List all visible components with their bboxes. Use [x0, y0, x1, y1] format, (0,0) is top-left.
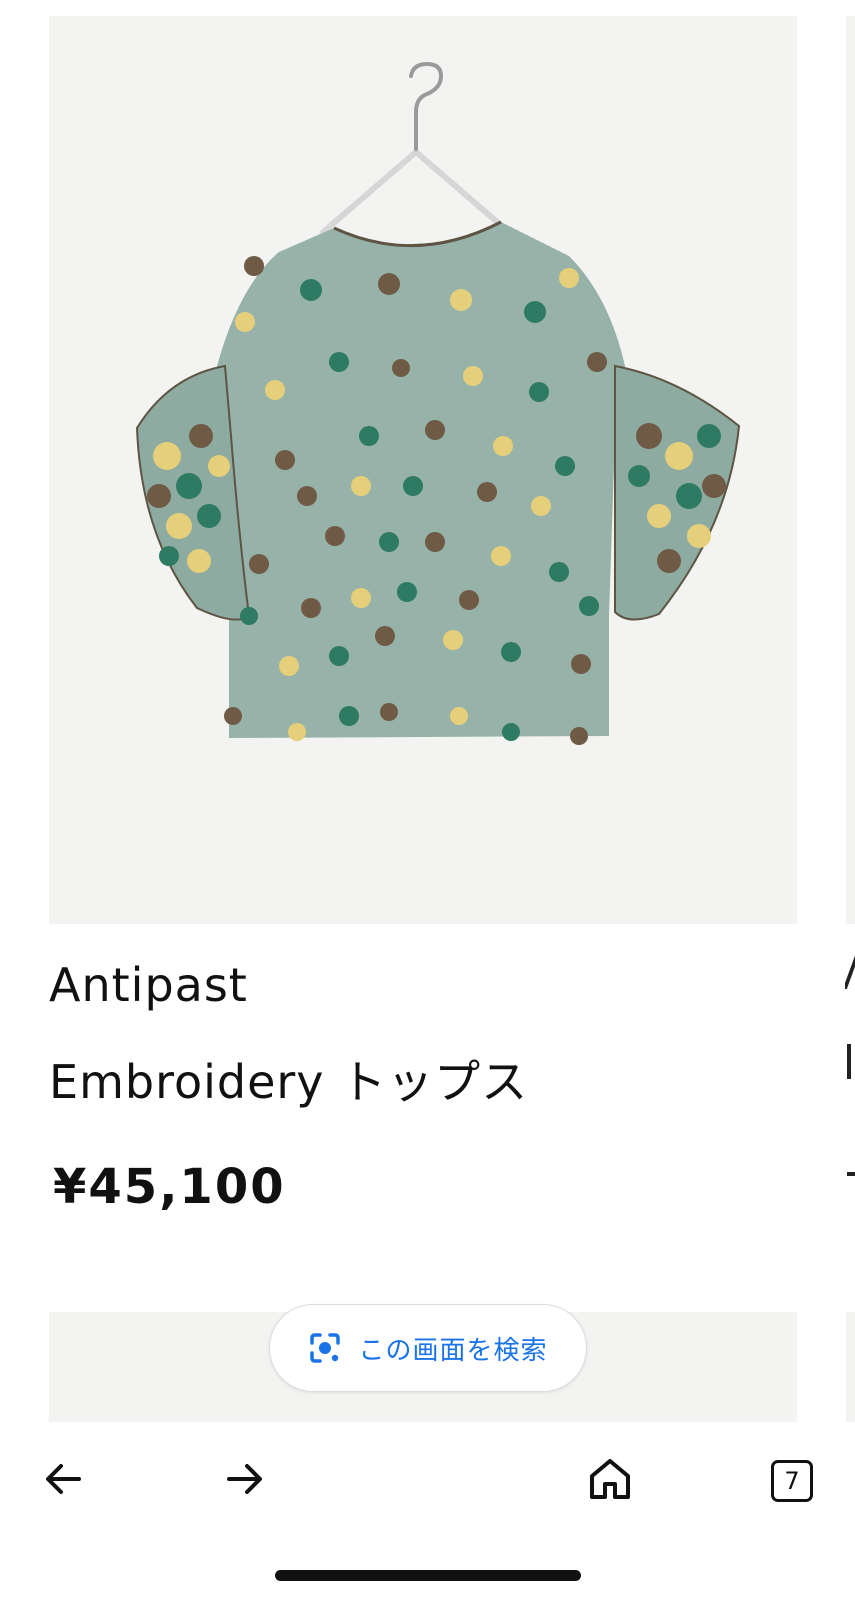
- next-product-brand-peek: [845, 955, 855, 991]
- back-button[interactable]: [26, 1444, 100, 1518]
- home-button[interactable]: [573, 1444, 647, 1518]
- tab-count: 7: [771, 1460, 813, 1502]
- product-card[interactable]: Antipast Embroidery トップス ¥45,100: [49, 16, 797, 1215]
- product-price: ¥45,100: [53, 1159, 286, 1215]
- forward-button[interactable]: [208, 1444, 282, 1518]
- home-indicator: [275, 1570, 581, 1581]
- search-screen-label: この画面を検索: [358, 1335, 548, 1366]
- arrow-left-icon: [41, 1457, 85, 1505]
- next-product-name-peek: [847, 1044, 851, 1079]
- home-icon: [587, 1456, 633, 1506]
- next-product-image-peek[interactable]: [846, 16, 855, 924]
- tabs-button[interactable]: 7: [755, 1444, 829, 1518]
- google-lens-icon: [308, 1331, 342, 1365]
- arrow-right-icon: [223, 1457, 267, 1505]
- next-row-product-image-peek: [846, 1312, 855, 1422]
- product-name[interactable]: Embroidery トップス: [49, 1046, 528, 1112]
- search-screen-button[interactable]: この画面を検索: [269, 1304, 587, 1392]
- product-image[interactable]: [49, 16, 797, 924]
- next-product-price-peek: [847, 1172, 855, 1176]
- product-brand[interactable]: Antipast: [49, 958, 248, 1012]
- bottom-toolbar: 7: [0, 1422, 855, 1600]
